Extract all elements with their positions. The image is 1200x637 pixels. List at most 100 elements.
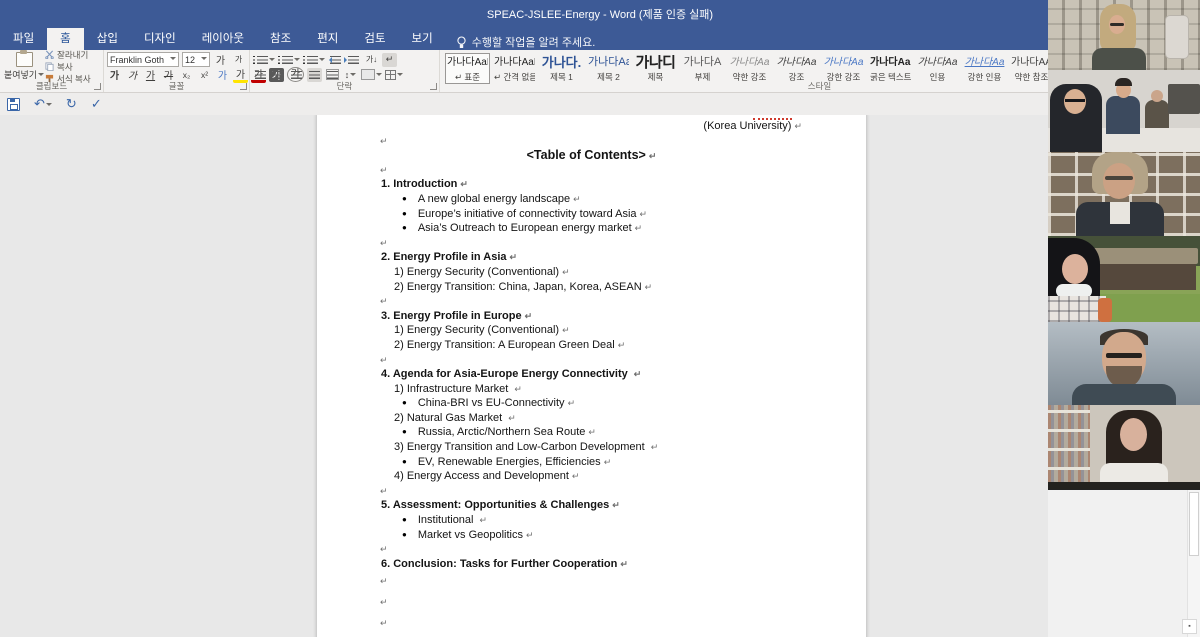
paragraph-mark: ↵ xyxy=(380,355,388,365)
paragraph-mark: ↵ xyxy=(649,151,657,161)
doc-line: 2) Natural Gas Market ↵ xyxy=(317,411,866,426)
bullet-icon: ● xyxy=(402,398,407,407)
tab-검토[interactable]: 검토 xyxy=(351,28,398,50)
numbering-button[interactable] xyxy=(278,53,300,67)
video-participant-5[interactable] xyxy=(1048,322,1200,405)
increase-indent-button[interactable] xyxy=(346,53,361,67)
paragraph-mark: ↵ xyxy=(562,325,570,335)
paragraph-mark: ↵ xyxy=(640,209,648,219)
group-label-paragraph: 단락 xyxy=(250,80,439,92)
tab-파일[interactable]: 파일 xyxy=(0,28,47,50)
bullet-icon: ● xyxy=(402,457,407,466)
video-participant-1[interactable] xyxy=(1048,0,1200,70)
tab-레이아웃[interactable]: 레이아웃 xyxy=(189,28,257,50)
font-name-combo[interactable]: Franklin Goth xyxy=(107,52,179,67)
doc-line: ↵ xyxy=(317,163,866,178)
group-paragraph: 가↓ ↵ ↕ 단락 xyxy=(250,50,440,92)
group-clipboard: 붙여넣기 잘라내기 복사 서식 복사 클립보드 xyxy=(0,50,104,92)
font-size-combo[interactable]: 12 xyxy=(182,52,210,67)
tab-편지[interactable]: 편지 xyxy=(304,28,351,50)
dialog-launcher-icon[interactable] xyxy=(94,83,101,90)
paragraph-mark: ↵ xyxy=(604,457,612,467)
doc-line: 2) Energy Transition: A European Green D… xyxy=(317,338,866,353)
show-marks-button[interactable]: ↵ xyxy=(382,53,397,67)
save-button[interactable] xyxy=(7,98,20,111)
shrink-font-button[interactable]: 가 xyxy=(231,53,246,67)
bullet-icon: ● xyxy=(402,530,407,539)
video-call-panel xyxy=(1048,0,1200,490)
tab-홈[interactable]: 홈 xyxy=(47,28,84,50)
bullet-icon: ● xyxy=(402,223,407,232)
multilevel-list-button[interactable] xyxy=(303,53,325,67)
tab-참조[interactable]: 참조 xyxy=(257,28,304,50)
doc-line: 4. Agenda for Asia-Europe Energy Connect… xyxy=(317,367,866,382)
bullet-icon: ● xyxy=(402,515,407,524)
tell-me-label: 수행할 작업을 알려 주세요. xyxy=(472,34,596,50)
doc-line: ↵ xyxy=(317,613,866,634)
dialog-launcher-icon[interactable] xyxy=(240,83,247,90)
paragraph-mark: ↵ xyxy=(380,597,388,607)
group-label-clipboard: 클립보드 xyxy=(0,80,103,92)
paragraph-mark: ↵ xyxy=(562,267,570,277)
sort-button[interactable]: 가↓ xyxy=(364,53,379,67)
paste-button[interactable]: 붙여넣기 xyxy=(3,52,45,81)
ribbon-tabs: 파일홈삽입디자인레이아웃참조편지검토보기 xyxy=(0,28,446,50)
doc-line: ↵ xyxy=(317,592,866,613)
vertical-scrollbar[interactable] xyxy=(1187,490,1200,637)
paste-icon xyxy=(16,52,33,67)
video-participant-4[interactable] xyxy=(1048,236,1200,322)
grow-font-button[interactable]: 가 xyxy=(213,53,228,67)
doc-line: 1) Energy Security (Conventional)↵ xyxy=(317,265,866,280)
doc-line: ●Market vs Geopolitics↵ xyxy=(317,528,866,543)
undo-button[interactable]: ↶ xyxy=(34,96,52,112)
doc-line: ●EV, Renewable Energies, Efficiencies↵ xyxy=(317,455,866,470)
scissors-icon xyxy=(45,50,54,59)
doc-line: 1. Introduction↵ xyxy=(317,177,866,192)
corner-button[interactable]: ▪ xyxy=(1182,619,1197,634)
doc-line: 2. Energy Profile in Asia↵ xyxy=(317,250,866,265)
paragraph-mark: ↵ xyxy=(460,179,468,189)
paragraph-mark: ↵ xyxy=(588,427,596,437)
chevron-down-icon xyxy=(38,73,44,79)
tab-보기[interactable]: 보기 xyxy=(399,28,446,50)
decrease-indent-button[interactable] xyxy=(328,53,343,67)
doc-line: ↵ xyxy=(317,134,866,149)
bullets-button[interactable] xyxy=(253,53,275,67)
doc-line: <Table of Contents>↵ xyxy=(317,148,866,163)
window-right-strip: ▪ xyxy=(1048,490,1200,637)
paragraph-mark: ↵ xyxy=(526,530,534,540)
tell-me-box[interactable]: 수행할 작업을 알려 주세요. xyxy=(456,34,596,50)
dialog-launcher-icon[interactable] xyxy=(430,83,437,90)
copy-icon xyxy=(45,62,54,71)
video-participant-3[interactable] xyxy=(1048,152,1200,236)
paragraph-mark: ↵ xyxy=(645,282,653,292)
group-font: Franklin Goth 12 가 가 가 가 가 가 x₂ x² 가 가 가… xyxy=(104,50,250,92)
doc-line: ●Institutional ↵ xyxy=(317,513,866,528)
doc-line: 3) Energy Transition and Low-Carbon Deve… xyxy=(317,440,866,455)
paragraph-mark: ↵ xyxy=(620,559,628,569)
bullet-icon: ● xyxy=(402,209,407,218)
paragraph-mark: ↵ xyxy=(572,471,580,481)
tab-삽입[interactable]: 삽입 xyxy=(84,28,131,50)
doc-line: ●China-BRI vs EU-Connectivity↵ xyxy=(317,396,866,411)
cut-button[interactable]: 잘라내기 xyxy=(45,49,91,60)
tab-디자인[interactable]: 디자인 xyxy=(131,28,189,50)
scrollbar-thumb[interactable] xyxy=(1189,492,1199,556)
doc-line: ●Europe’s initiative of connectivity tow… xyxy=(317,207,866,222)
paragraph-mark: ↵ xyxy=(380,238,388,248)
video-participant-2[interactable] xyxy=(1048,70,1200,152)
doc-line: 4) Energy Access and Development↵ xyxy=(317,469,866,484)
ribbon: 붙여넣기 잘라내기 복사 서식 복사 클립보드 xyxy=(0,50,1200,93)
bullet-icon: ● xyxy=(402,194,407,203)
redo-button[interactable]: ↻ xyxy=(66,96,77,112)
word-window: SPEAC-JSLEE-Energy - Word (제품 인증 실패) 파일홈… xyxy=(0,0,1200,637)
document-page[interactable]: (Korea University)↵↵<Table of Contents>↵… xyxy=(317,115,866,637)
video-participant-6[interactable] xyxy=(1048,405,1200,489)
doc-line: 1) Infrastructure Market ↵ xyxy=(317,382,866,397)
title-bar: SPEAC-JSLEE-Energy - Word (제품 인증 실패) xyxy=(0,0,1200,28)
paragraph-mark: ↵ xyxy=(510,252,518,262)
copy-button[interactable]: 복사 xyxy=(45,61,91,72)
document-lines: (Korea University)↵↵<Table of Contents>↵… xyxy=(317,119,866,634)
spelling-check-button[interactable]: ✓ xyxy=(91,96,102,112)
paragraph-mark: ↵ xyxy=(612,500,620,510)
